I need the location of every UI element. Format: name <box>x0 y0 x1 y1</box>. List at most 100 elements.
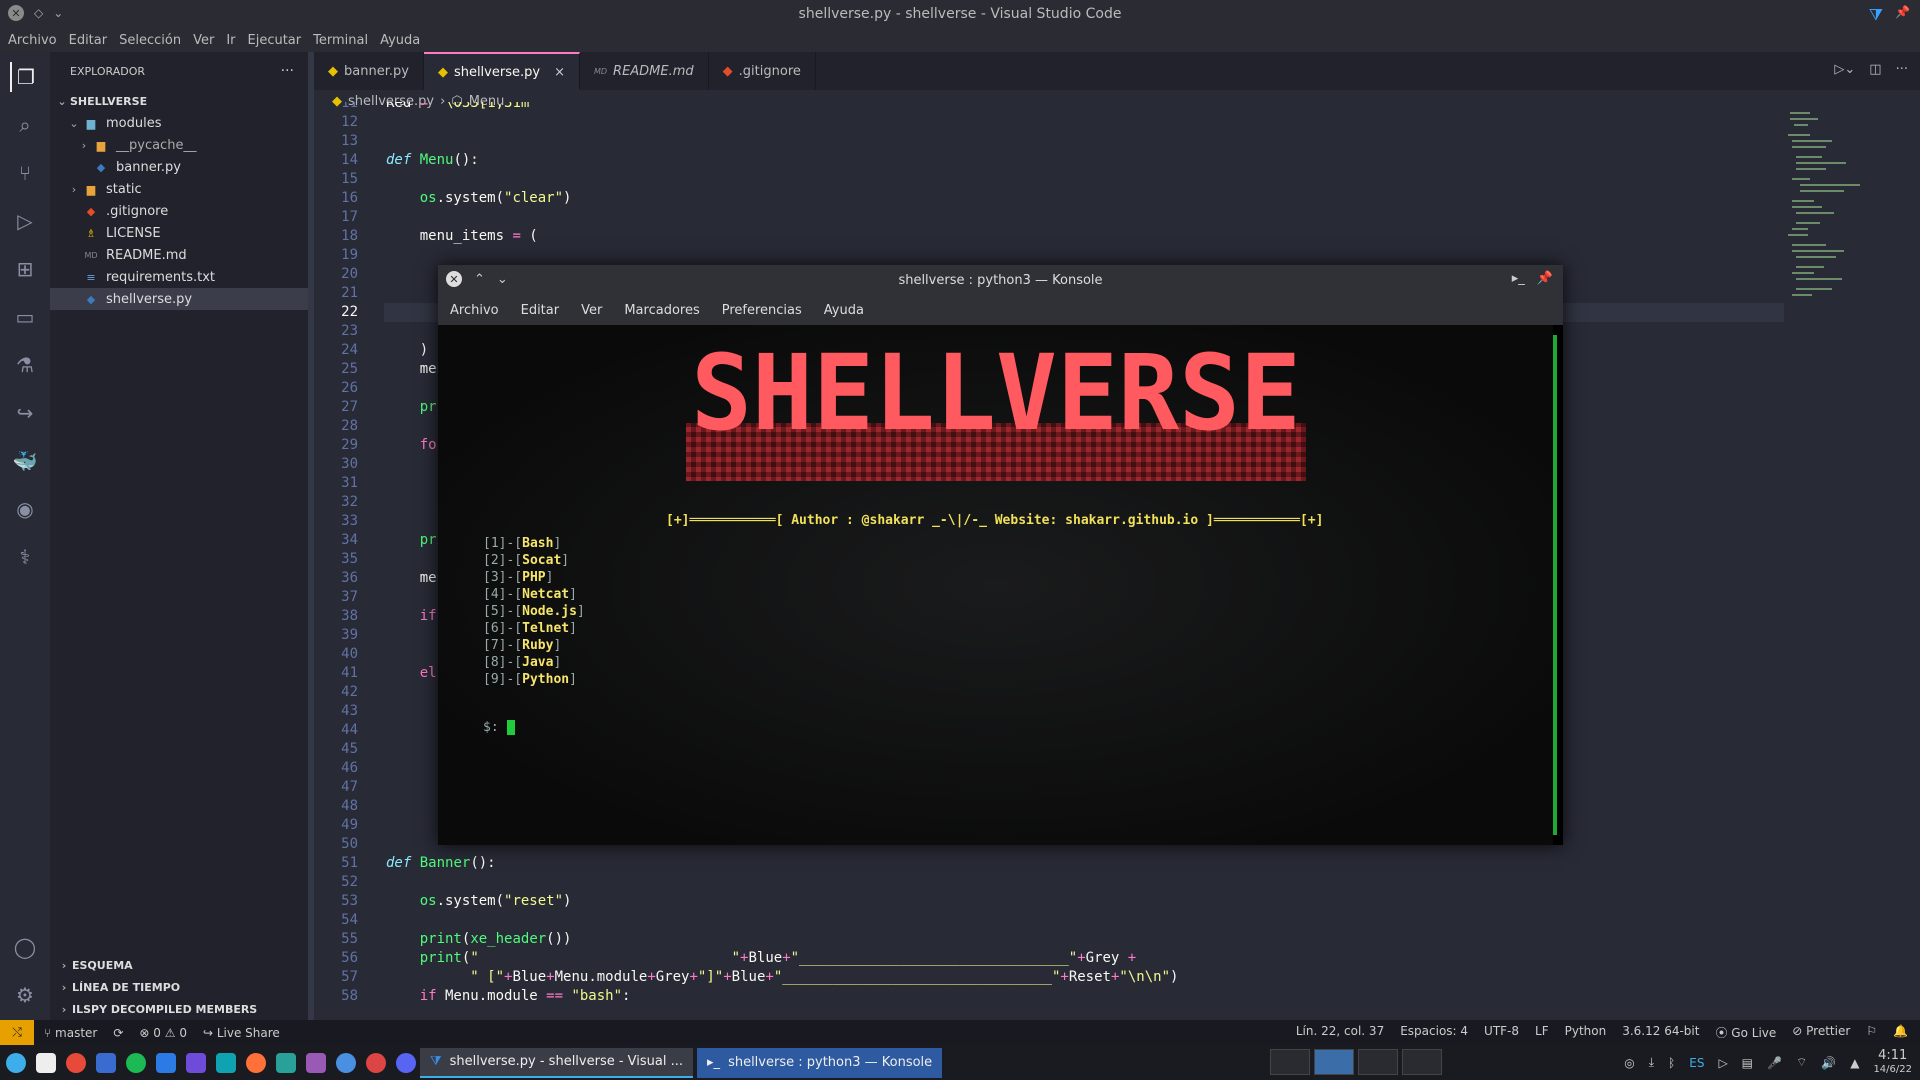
konsole-menu-marcadores[interactable]: Marcadores <box>624 303 699 318</box>
chevron-up-icon[interactable]: ⌃ <box>474 272 485 287</box>
microphone-icon[interactable]: 🎤 <box>1767 1056 1782 1070</box>
wifi-icon[interactable]: ⌔ <box>1796 1055 1807 1070</box>
panel-ilspy[interactable]: › ILSPY DECOMPILED MEMBERS <box>50 998 308 1020</box>
menu-ayuda[interactable]: Ayuda <box>380 33 420 48</box>
keep-above-icon[interactable]: ◇ <box>34 6 43 20</box>
live-share-icon[interactable]: ↪ <box>10 398 40 428</box>
desktop-2[interactable] <box>1314 1049 1354 1075</box>
panel-timeline[interactable]: › LÍNEA DE TIEMPO <box>50 976 308 998</box>
volume-icon[interactable]: 🔊 <box>1821 1056 1836 1070</box>
minimap[interactable] <box>1784 112 1894 512</box>
tab-readme[interactable]: MD README.md <box>579 52 709 90</box>
discord-icon[interactable] <box>396 1052 416 1073</box>
tab-banner-py[interactable]: ◆ banner.py <box>314 52 424 90</box>
docker-icon[interactable]: 🐳 <box>10 446 40 476</box>
network-icon[interactable] <box>336 1052 356 1073</box>
menu-terminal[interactable]: Terminal <box>313 33 368 48</box>
prettier-button[interactable]: ⊘ Prettier <box>1792 1024 1850 1041</box>
run-icon[interactable]: ▷⌄ <box>1834 62 1855 77</box>
tree-item-license[interactable]: ♗ LICENSE <box>50 222 308 244</box>
konsole-menu-ver[interactable]: Ver <box>581 303 602 318</box>
branch-indicator[interactable]: ⑂ master <box>44 1026 97 1040</box>
run-debug-icon[interactable]: ▷ <box>10 206 40 236</box>
tree-item-banner-py[interactable]: ◆ banner.py <box>50 156 308 178</box>
remote-indicator-icon[interactable]: ⤭ <box>0 1020 34 1045</box>
download-icon[interactable]: ⤓ <box>1649 1055 1654 1070</box>
remote-explorer-icon[interactable]: ▭ <box>10 302 40 332</box>
more-actions-icon[interactable]: ··· <box>1896 62 1908 77</box>
tree-item-pycache[interactable]: › ▆ __pycache__ <box>50 134 308 156</box>
terminal-app-icon[interactable] <box>216 1052 236 1073</box>
notes-icon[interactable] <box>306 1052 326 1073</box>
terminal-body[interactable]: SHELLVERSE [+]═══════════[ Author : @sha… <box>438 325 1553 845</box>
keyboard-layout[interactable]: ES <box>1689 1056 1704 1070</box>
clock[interactable]: 4:11 14/6/22 <box>1873 1048 1912 1077</box>
github-icon[interactable]: ◉ <box>10 494 40 524</box>
bell-icon[interactable]: 🔔 <box>1893 1024 1908 1041</box>
tree-item-shellverse-py[interactable]: ◆ shellverse.py <box>50 288 308 310</box>
sync-icon[interactable]: ⟳ <box>113 1026 123 1040</box>
close-window-icon[interactable]: ✕ <box>8 5 24 21</box>
clipboard-icon[interactable]: ▤ <box>1742 1056 1753 1070</box>
pin-icon[interactable]: 📌 <box>1895 5 1910 25</box>
konsole-menu-preferencias[interactable]: Preferencias <box>722 303 802 318</box>
extensions-icon[interactable]: ⊞ <box>10 254 40 284</box>
live-share-button[interactable]: ↪ Live Share <box>203 1026 280 1040</box>
tree-item-requirements[interactable]: ≡ requirements.txt <box>50 266 308 288</box>
menu-ir[interactable]: Ir <box>226 33 235 48</box>
chevron-down-icon[interactable]: ⌄ <box>497 272 508 287</box>
panel-outline[interactable]: › ESQUEMA <box>50 954 308 976</box>
desktop-1[interactable] <box>1270 1049 1310 1075</box>
discord-icon[interactable]: ◎ <box>1624 1056 1634 1070</box>
problems-indicator[interactable]: ⊗ 0 ⚠ 0 <box>139 1026 187 1040</box>
explorer-icon[interactable]: ❐ <box>10 62 40 92</box>
split-editor-icon[interactable]: ◫ <box>1869 62 1881 77</box>
gimp-icon[interactable] <box>366 1052 386 1073</box>
konsole-menu-archivo[interactable]: Archivo <box>450 303 499 318</box>
desktop-4[interactable] <box>1402 1049 1442 1075</box>
workspace-root[interactable]: ⌄ SHELLVERSE <box>50 90 308 112</box>
python-icon[interactable]: ⚕ <box>10 542 40 572</box>
source-control-icon[interactable]: ⑂ <box>10 158 40 188</box>
menu-ver[interactable]: Ver <box>193 33 214 48</box>
account-icon[interactable]: ◯ <box>10 932 40 962</box>
file-manager-icon[interactable] <box>36 1052 56 1073</box>
menu-editar[interactable]: Editar <box>69 33 108 48</box>
tree-item-gitignore[interactable]: ◆ .gitignore <box>50 200 308 222</box>
app-launcher-icon[interactable] <box>6 1052 26 1073</box>
spotify-icon[interactable] <box>126 1052 146 1073</box>
menu-ejecutar[interactable]: Ejecutar <box>248 33 302 48</box>
desktop-3[interactable] <box>1358 1049 1398 1075</box>
taskbar-window-konsole[interactable]: ▸_ shellverse : python3 — Konsole <box>697 1047 943 1078</box>
menu-archivo[interactable]: Archivo <box>8 33 57 48</box>
terminal-scrollbar[interactable] <box>1553 335 1557 835</box>
konsole-menu-ayuda[interactable]: Ayuda <box>824 303 864 318</box>
chrome-icon[interactable] <box>66 1052 86 1073</box>
python-interpreter[interactable]: 3.6.12 64-bit <box>1622 1024 1699 1041</box>
bluetooth-icon[interactable]: ᛒ <box>1668 1056 1675 1070</box>
shell-prompt[interactable]: $: <box>483 720 515 735</box>
tab-gitignore[interactable]: ◆ .gitignore <box>708 52 816 90</box>
feedback-icon[interactable]: ⚐ <box>1866 1024 1877 1041</box>
media-play-icon[interactable]: ▷ <box>1718 1056 1727 1070</box>
tree-item-static[interactable]: › ▆ static <box>50 178 308 200</box>
firefox-icon[interactable] <box>246 1052 266 1073</box>
tray-expand-icon[interactable]: ▲ <box>1850 1056 1859 1070</box>
gear-icon[interactable]: ⚙ <box>10 980 40 1010</box>
indentation[interactable]: Espacios: 4 <box>1400 1024 1468 1041</box>
close-tab-icon[interactable]: × <box>554 65 565 80</box>
cursor-position[interactable]: Lín. 22, col. 37 <box>1296 1024 1384 1041</box>
search-icon[interactable]: ⌕ <box>10 110 40 140</box>
tab-shellverse-py[interactable]: ◆ shellverse.py × <box>423 52 580 90</box>
more-actions-icon[interactable]: ··· <box>281 63 294 79</box>
chevron-down-icon[interactable]: ⌄ <box>53 6 63 20</box>
bolt-icon[interactable] <box>186 1052 206 1073</box>
konsole-menu-editar[interactable]: Editar <box>521 303 560 318</box>
taskbar-window-vscode[interactable]: ⧩ shellverse.py - shellverse - Visual ... <box>420 1047 694 1078</box>
tree-item-readme[interactable]: MD README.md <box>50 244 308 266</box>
end-of-line[interactable]: LF <box>1535 1024 1549 1041</box>
testing-icon[interactable]: ⚗ <box>10 350 40 380</box>
tree-item-modules[interactable]: ⌄ ▆ modules <box>50 112 308 134</box>
folder-icon[interactable] <box>276 1052 296 1073</box>
menu-seleccion[interactable]: Selección <box>119 33 181 48</box>
